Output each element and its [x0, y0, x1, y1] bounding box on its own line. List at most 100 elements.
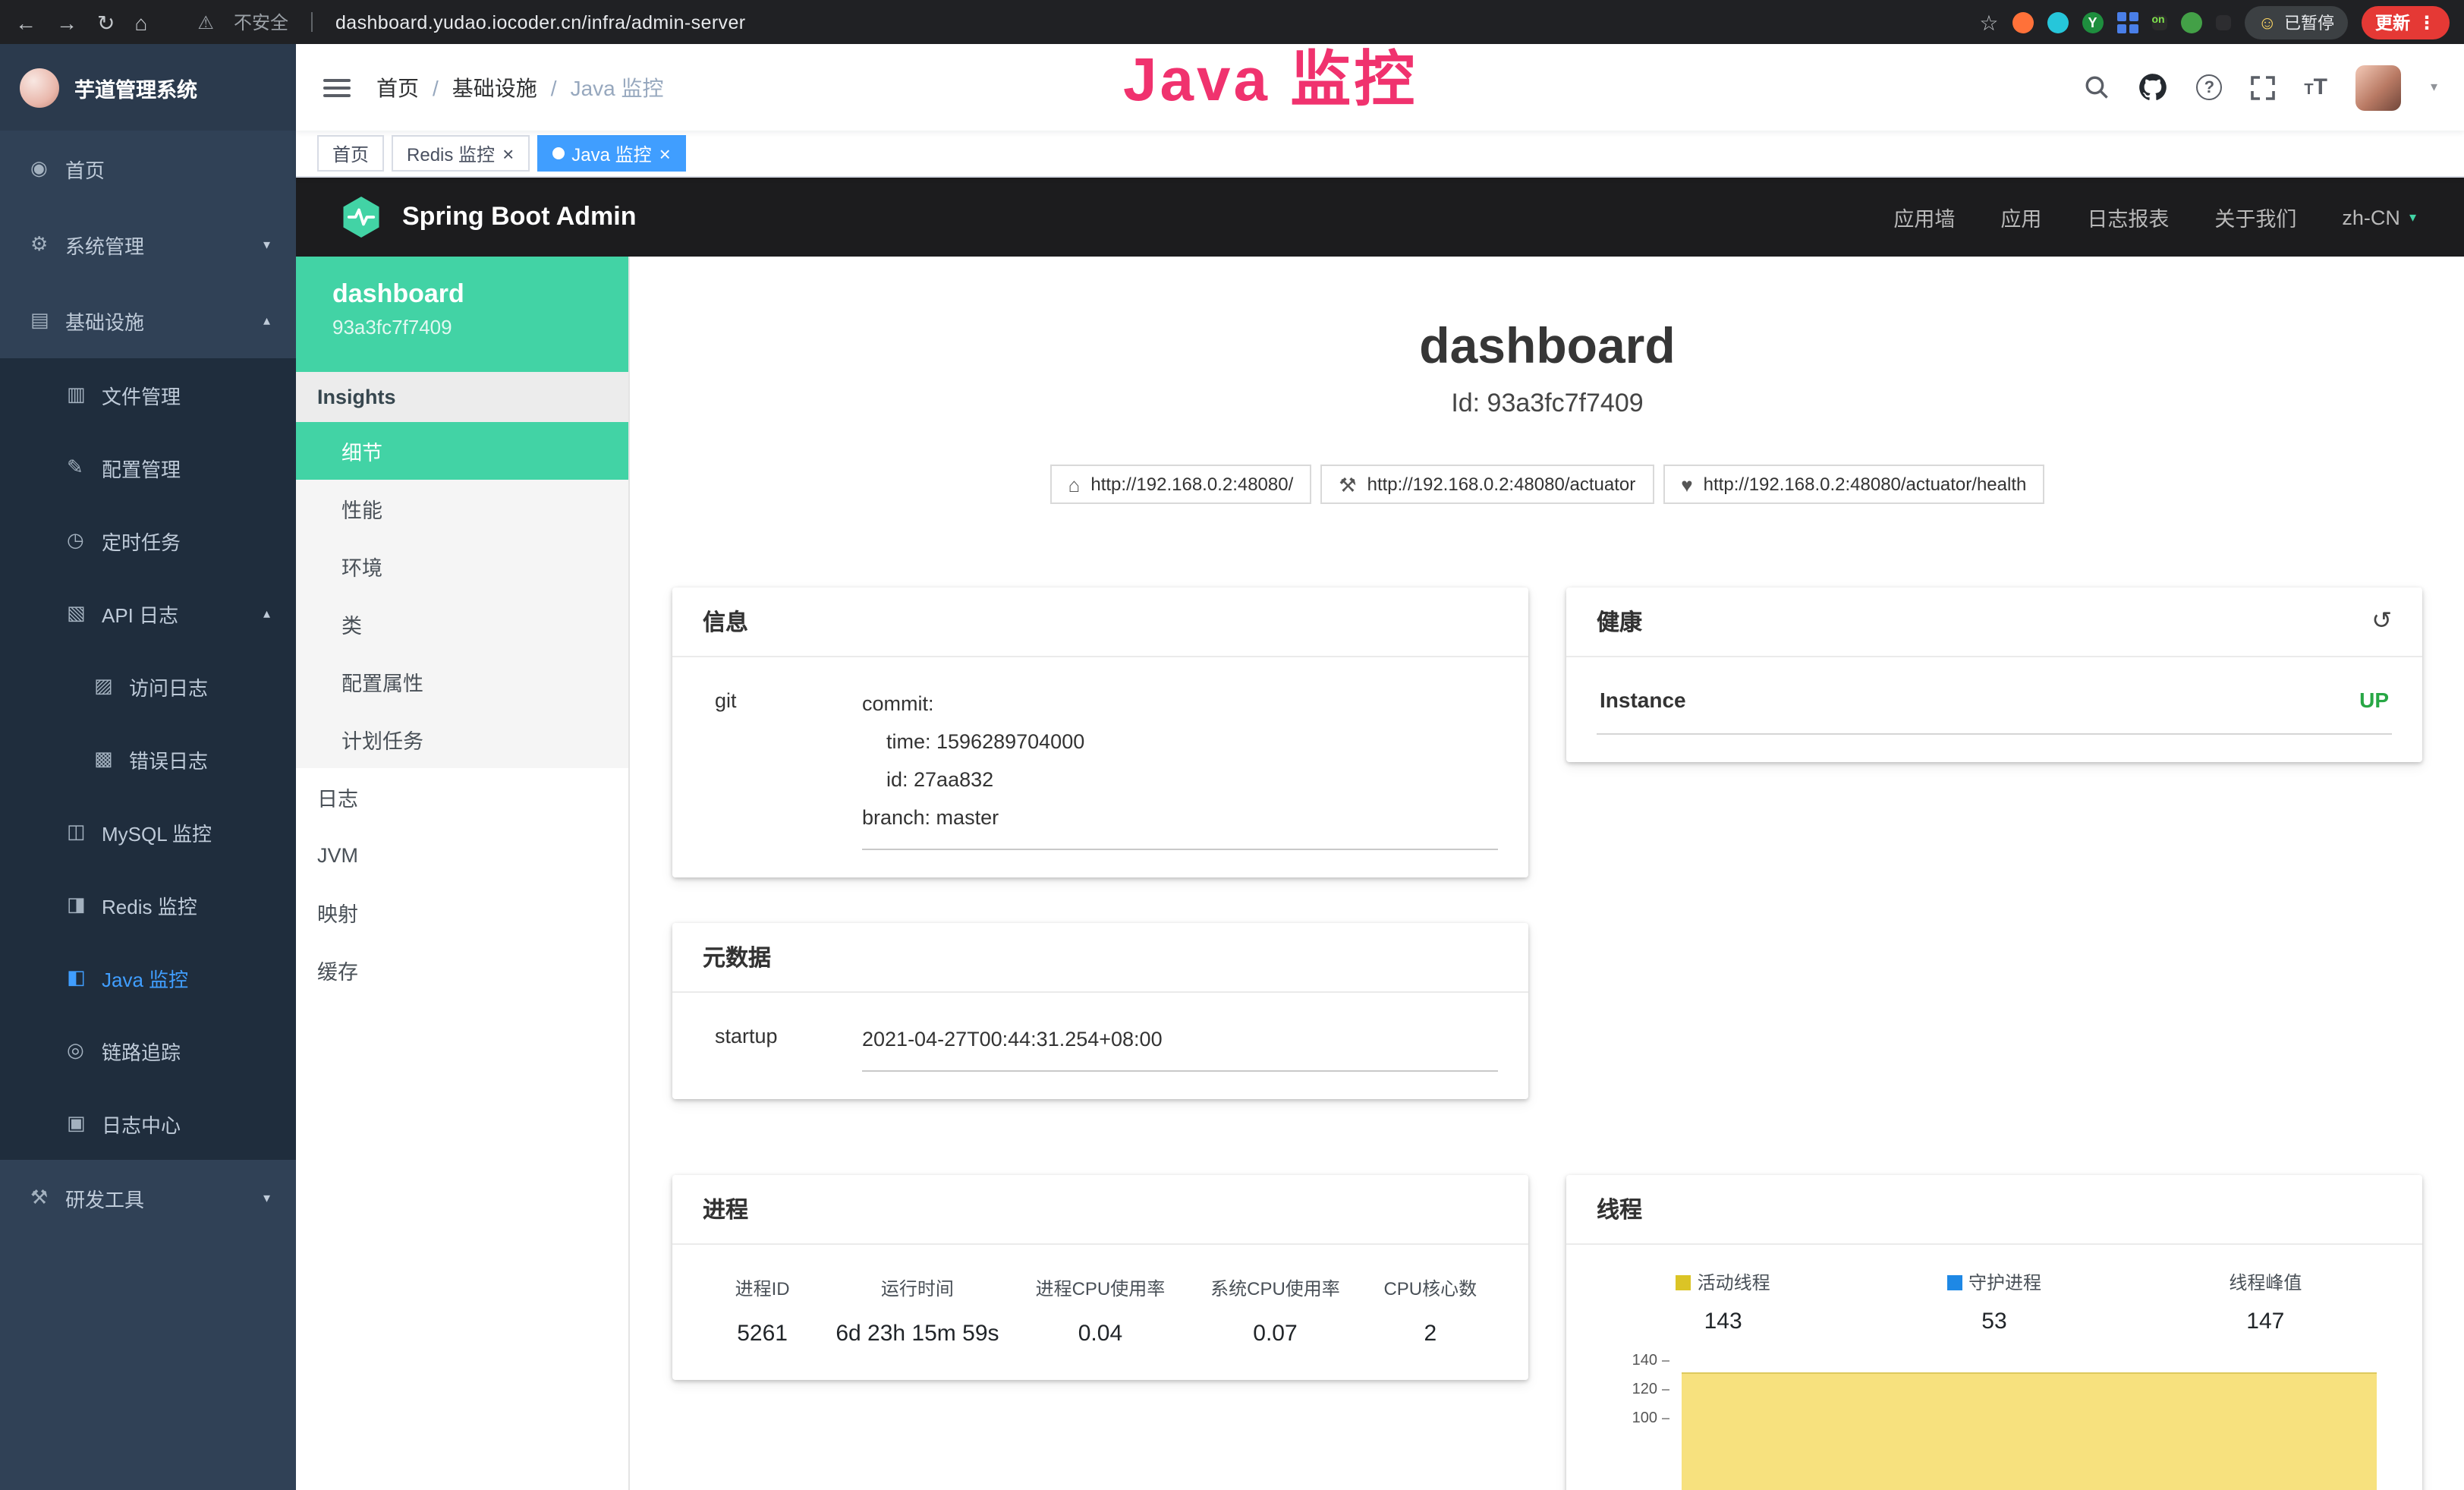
fullscreen-icon[interactable]: [2251, 75, 2275, 99]
update-button[interactable]: 更新 ⋮: [2362, 5, 2450, 39]
sidebar-item-infra[interactable]: ▤ 基础设施 ▴: [0, 282, 296, 358]
chevron-down-icon[interactable]: ▾: [2431, 79, 2437, 96]
log-center-icon: ▣: [67, 1111, 102, 1136]
instance-block[interactable]: dashboard 93a3fc7f7409: [296, 257, 628, 372]
health-row[interactable]: Instance UP: [1597, 685, 2392, 735]
history-icon[interactable]: ↺: [2371, 610, 2392, 634]
security-warning-icon[interactable]: ⚠: [197, 11, 214, 33]
sba-nav-journal[interactable]: 日志报表: [2087, 202, 2169, 232]
sba-brand[interactable]: Spring Boot Admin: [338, 194, 637, 240]
tab-home[interactable]: 首页: [317, 135, 384, 172]
extension-icon-6[interactable]: [2180, 11, 2201, 33]
page-title: dashboard: [630, 317, 2464, 375]
reload-icon[interactable]: ↻: [97, 11, 115, 33]
breadcrumb-current: Java 监控: [571, 72, 664, 102]
sba-item-logs[interactable]: 日志: [296, 768, 628, 826]
paused-extension-badge[interactable]: ☺ 已暂停: [2244, 5, 2348, 39]
extension-icon-5[interactable]: on: [2151, 14, 2167, 30]
sba-nav-wall[interactable]: 应用墙: [1893, 202, 1955, 232]
sidebar-item-error-logs[interactable]: ▩ 错误日志: [0, 723, 296, 795]
hamburger-icon[interactable]: [323, 78, 351, 96]
card-title: 信息: [703, 606, 748, 638]
chevron-down-icon: ▾: [2409, 209, 2416, 225]
sidebar-item-system[interactable]: ⚙ 系统管理 ▾: [0, 206, 296, 282]
extension-icon-4[interactable]: [2116, 11, 2138, 33]
admin-sidebar: 芋道管理系统 ◉ 首页 ⚙ 系统管理 ▾ ▤ 基础设施 ▴ ▥: [0, 44, 296, 1490]
extension-icon-3[interactable]: Y: [2082, 11, 2103, 33]
logo-avatar: [20, 68, 59, 107]
close-icon[interactable]: ×: [502, 143, 514, 163]
locale-selector[interactable]: zh-CN ▾: [2342, 206, 2416, 228]
browser-home-icon[interactable]: ⌂: [134, 11, 147, 33]
font-size-icon[interactable]: TT: [2304, 76, 2327, 99]
tab-label: Java 监控: [571, 140, 651, 166]
address-bar-url[interactable]: dashboard.yudao.iocoder.cn/infra/admin-s…: [335, 11, 746, 33]
chevron-down-icon: ▾: [263, 236, 270, 253]
sidebar-item-home[interactable]: ◉ 首页: [0, 131, 296, 206]
active-tab-dot: [552, 147, 564, 159]
sidebar-item-api-logs[interactable]: ▧ API 日志 ▴: [0, 577, 296, 650]
health-url-button[interactable]: ♥ http://192.168.0.2:48080/actuator/heal…: [1663, 465, 2044, 504]
sidebar-item-label: 访问日志: [129, 672, 208, 701]
actuator-url-button[interactable]: ⚒ http://192.168.0.2:48080/actuator: [1320, 465, 1654, 504]
github-icon[interactable]: [2138, 73, 2167, 102]
extension-icon-2[interactable]: [2047, 11, 2068, 33]
legend-peak-threads: 线程峰值 147: [2130, 1269, 2401, 1334]
forward-icon[interactable]: →: [56, 11, 77, 33]
close-icon[interactable]: ×: [659, 143, 671, 163]
sba-item-config-props[interactable]: 配置属性: [296, 653, 628, 710]
sidebar-item-java-monitor[interactable]: ◧ Java 监控: [0, 941, 296, 1014]
sidebar-item-log-center[interactable]: ▣ 日志中心: [0, 1087, 296, 1160]
health-url: http://192.168.0.2:48080/actuator/health: [1704, 474, 2027, 495]
breadcrumb-section[interactable]: 基础设施: [452, 72, 537, 102]
sba-item-mappings[interactable]: 映射: [296, 884, 628, 941]
sidebar-item-dev-tools[interactable]: ⚒ 研发工具 ▾: [0, 1160, 296, 1236]
annotation-overlay-text: Java 监控: [1123, 30, 1418, 118]
search-icon[interactable]: [2084, 74, 2110, 100]
user-avatar[interactable]: [2356, 65, 2402, 110]
app-logo[interactable]: 芋道管理系统: [0, 44, 296, 131]
legend-swatch-blue: [1947, 1274, 1962, 1290]
clock-icon: ◷: [67, 528, 102, 553]
sba-item-classes[interactable]: 类: [296, 595, 628, 653]
bookmark-star-icon[interactable]: ☆: [1979, 11, 1998, 33]
sba-item-details[interactable]: 细节: [296, 422, 628, 480]
sidebar-item-access-logs[interactable]: ▨ 访问日志: [0, 650, 296, 723]
help-icon[interactable]: ?: [2196, 74, 2222, 100]
sidebar-item-label: 系统管理: [65, 230, 144, 259]
sba-item-performance[interactable]: 性能: [296, 480, 628, 537]
infrastructure-icon: ▤: [30, 308, 65, 332]
sidebar-item-mysql-monitor[interactable]: ◫ MySQL 监控: [0, 795, 296, 868]
home-icon: ⌂: [1068, 474, 1081, 494]
card-title: 线程: [1597, 1193, 1642, 1225]
browser-menu-icon[interactable]: ⋮: [2418, 13, 2436, 31]
sidebar-item-tracing[interactable]: ◎ 链路追踪: [0, 1014, 296, 1087]
breadcrumb-home[interactable]: 首页: [376, 72, 419, 102]
sidebar-item-label: 配置管理: [102, 453, 181, 482]
heart-icon: ♥: [1681, 474, 1692, 494]
chevron-up-icon: ▴: [263, 312, 270, 329]
dashboard-icon: ◉: [30, 156, 65, 181]
sba-nav-applications[interactable]: 应用: [2000, 202, 2041, 232]
extension-icon-1[interactable]: [2012, 11, 2033, 33]
tab-redis-monitor[interactable]: Redis 监控 ×: [392, 135, 529, 172]
sba-item-environment[interactable]: 环境: [296, 537, 628, 595]
sba-item-caches[interactable]: 缓存: [296, 941, 628, 999]
sba-nav-about[interactable]: 关于我们: [2214, 202, 2296, 232]
service-url-button[interactable]: ⌂ http://192.168.0.2:48080/: [1050, 465, 1312, 504]
tab-java-monitor[interactable]: Java 监控 ×: [537, 135, 686, 172]
breadcrumb-separator: /: [433, 75, 439, 99]
security-label[interactable]: 不安全: [234, 9, 288, 35]
sidebar-item-redis-monitor[interactable]: ◨ Redis 监控: [0, 868, 296, 941]
sba-item-jvm[interactable]: JVM: [296, 826, 628, 884]
back-icon[interactable]: ←: [15, 11, 36, 33]
sba-item-scheduled-tasks[interactable]: 计划任务: [296, 710, 628, 768]
info-line: branch: master: [862, 799, 1498, 836]
gear-icon: ⚙: [30, 232, 65, 257]
extension-icon-7[interactable]: [2215, 14, 2230, 30]
sidebar-item-scheduled-jobs[interactable]: ◷ 定时任务: [0, 504, 296, 577]
instance-id: 93a3fc7f7409: [332, 316, 628, 339]
sidebar-item-config-manage[interactable]: ✎ 配置管理: [0, 431, 296, 504]
sidebar-item-file-manage[interactable]: ▥ 文件管理: [0, 358, 296, 431]
cell-value: 6d 23h 15m 59s: [822, 1321, 1013, 1347]
